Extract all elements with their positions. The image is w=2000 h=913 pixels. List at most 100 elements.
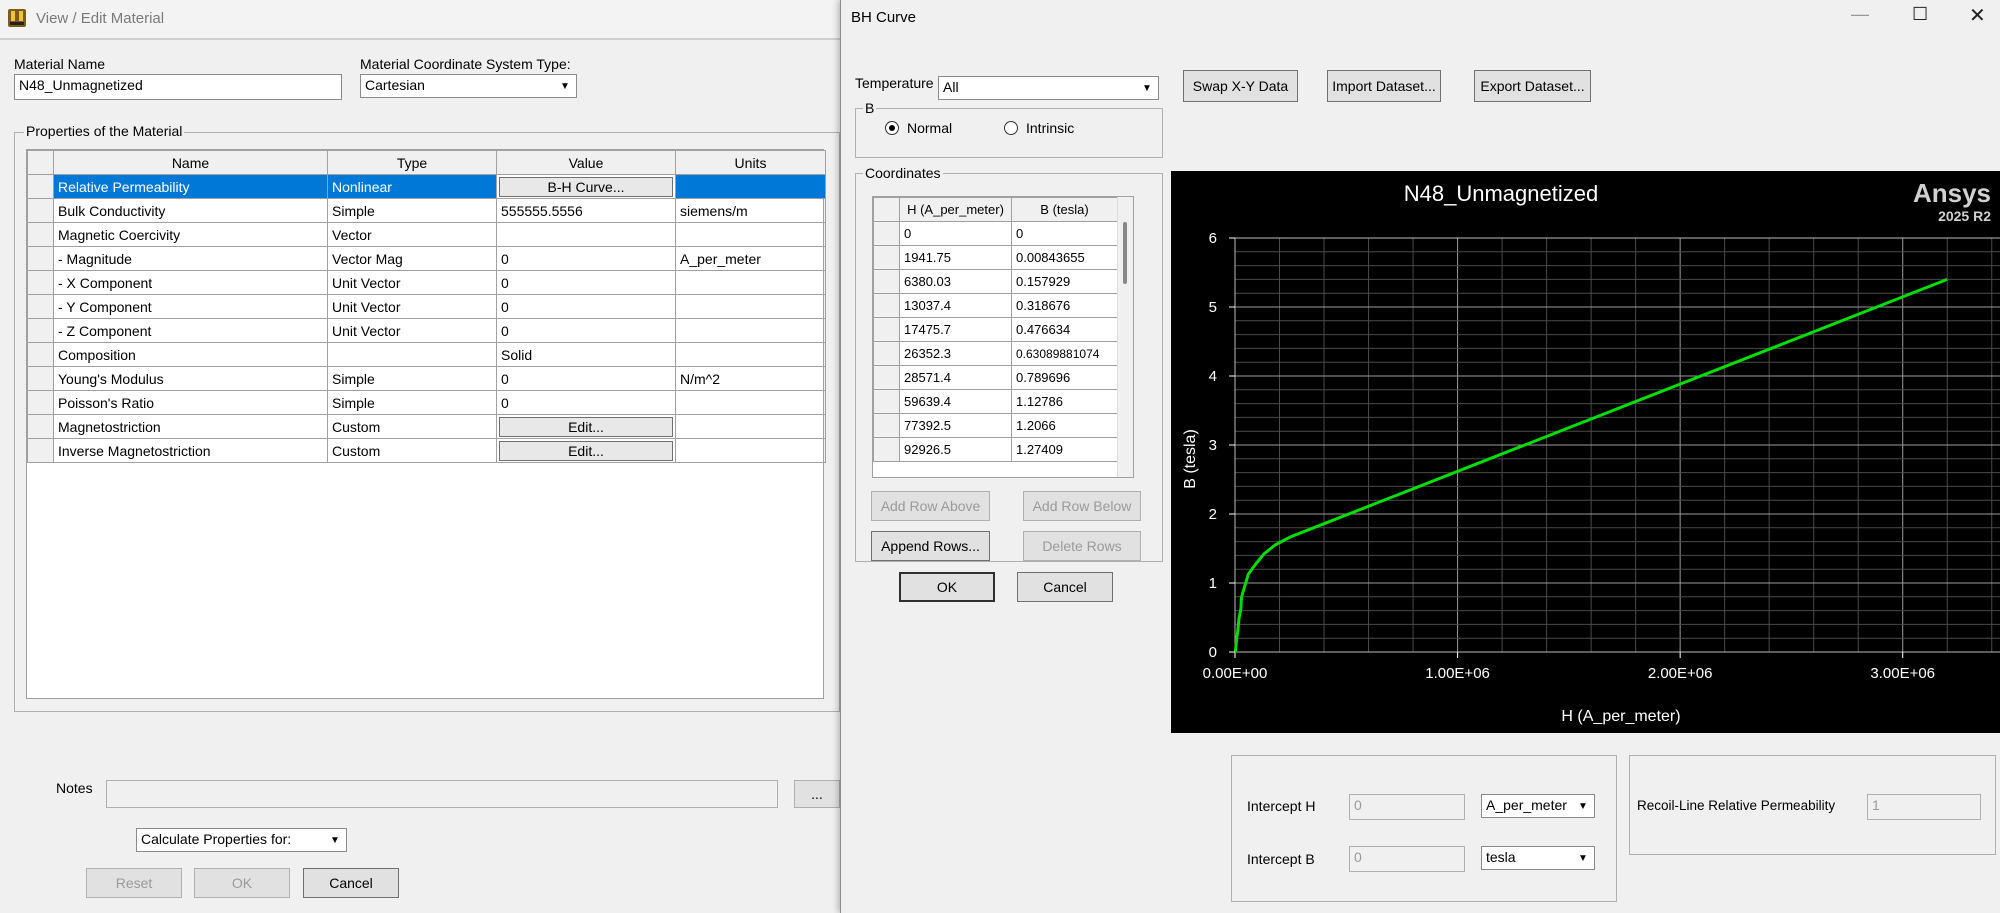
- row-header[interactable]: [873, 389, 900, 414]
- property-units-cell[interactable]: A_per_meter: [675, 246, 826, 271]
- b-value-cell[interactable]: 1.12786: [1011, 389, 1118, 414]
- h-value-cell[interactable]: 77392.5: [899, 413, 1012, 438]
- property-units-cell[interactable]: [675, 318, 826, 343]
- property-value-cell[interactable]: 0: [496, 366, 676, 391]
- property-value-cell[interactable]: Solid: [496, 342, 676, 367]
- h-value-cell[interactable]: 28571.4: [899, 365, 1012, 390]
- b-value-cell[interactable]: 0.63089881074: [1011, 341, 1118, 366]
- property-units-cell[interactable]: [675, 222, 826, 247]
- property-name-cell[interactable]: - Z Component: [53, 318, 328, 343]
- add-row-below-button[interactable]: Add Row Below: [1023, 491, 1141, 521]
- column-header-h[interactable]: H (A_per_meter): [899, 197, 1012, 222]
- ok-button[interactable]: OK: [194, 868, 290, 898]
- property-type-cell[interactable]: Vector: [327, 222, 497, 247]
- material-name-input[interactable]: N48_Unmagnetized: [14, 74, 342, 100]
- column-header-type[interactable]: Type: [327, 150, 497, 175]
- ok-button[interactable]: OK: [899, 572, 995, 602]
- row-header[interactable]: [873, 413, 900, 438]
- property-name-cell[interactable]: Composition: [53, 342, 328, 367]
- property-name-cell[interactable]: Relative Permeability: [53, 174, 328, 199]
- property-type-cell[interactable]: Unit Vector: [327, 318, 497, 343]
- table-row[interactable]: Young's Modulus Simple 0 N/m^2: [27, 366, 826, 391]
- h-value-cell[interactable]: 26352.3: [899, 341, 1012, 366]
- table-row[interactable]: 13037.4 0.318676: [873, 293, 1118, 318]
- row-header[interactable]: [27, 294, 54, 319]
- row-header[interactable]: [27, 342, 54, 367]
- property-name-cell[interactable]: - Y Component: [53, 294, 328, 319]
- row-header[interactable]: [27, 318, 54, 343]
- property-name-cell[interactable]: Magnetic Coercivity: [53, 222, 328, 247]
- export-dataset-button[interactable]: Export Dataset...: [1474, 70, 1591, 102]
- coordinates-scrollbar[interactable]: [1117, 197, 1133, 477]
- table-row[interactable]: - Z Component Unit Vector 0: [27, 318, 826, 343]
- table-row[interactable]: 26352.3 0.63089881074: [873, 341, 1118, 366]
- column-header-value[interactable]: Value: [496, 150, 676, 175]
- property-name-cell[interactable]: - X Component: [53, 270, 328, 295]
- property-name-cell[interactable]: Inverse Magnetostriction: [53, 438, 328, 463]
- row-header[interactable]: [27, 390, 54, 415]
- cancel-button[interactable]: Cancel: [1017, 572, 1113, 602]
- property-units-cell[interactable]: N/m^2: [675, 366, 826, 391]
- property-type-cell[interactable]: [327, 342, 497, 367]
- h-value-cell[interactable]: 0: [899, 221, 1012, 246]
- table-row[interactable]: - Y Component Unit Vector 0: [27, 294, 826, 319]
- property-type-cell[interactable]: Simple: [327, 390, 497, 415]
- table-row[interactable]: Composition Solid: [27, 342, 826, 367]
- b-value-cell[interactable]: 1.2066: [1011, 413, 1118, 438]
- table-row[interactable]: Bulk Conductivity Simple 555555.5556 sie…: [27, 198, 826, 223]
- intercept-h-input[interactable]: 0: [1349, 794, 1465, 820]
- swap-xy-button[interactable]: Swap X-Y Data: [1183, 70, 1298, 102]
- notes-browse-button[interactable]: ...: [794, 780, 840, 808]
- h-value-cell[interactable]: 92926.5: [899, 437, 1012, 462]
- property-value-cell[interactable]: 0: [496, 318, 676, 343]
- b-value-cell[interactable]: 0.318676: [1011, 293, 1118, 318]
- property-value-cell[interactable]: 555555.5556: [496, 198, 676, 223]
- property-type-cell[interactable]: Unit Vector: [327, 294, 497, 319]
- property-units-cell[interactable]: [675, 438, 826, 463]
- h-value-cell[interactable]: 59639.4: [899, 389, 1012, 414]
- cancel-button[interactable]: Cancel: [303, 868, 399, 898]
- column-header-units[interactable]: Units: [675, 150, 826, 175]
- property-type-cell[interactable]: Simple: [327, 198, 497, 223]
- property-name-cell[interactable]: Young's Modulus: [53, 366, 328, 391]
- table-row[interactable]: 17475.7 0.476634: [873, 317, 1118, 342]
- row-header[interactable]: [27, 270, 54, 295]
- import-dataset-button[interactable]: Import Dataset...: [1327, 70, 1441, 102]
- column-header-name[interactable]: Name: [53, 150, 328, 175]
- property-units-cell[interactable]: [675, 294, 826, 319]
- property-type-cell[interactable]: Nonlinear: [327, 174, 497, 199]
- table-row[interactable]: 92926.5 1.27409: [873, 437, 1118, 462]
- table-row[interactable]: - X Component Unit Vector 0: [27, 270, 826, 295]
- intercept-b-input[interactable]: 0: [1349, 846, 1465, 872]
- minimize-icon[interactable]: —: [1851, 4, 1869, 25]
- b-value-cell[interactable]: 0: [1011, 221, 1118, 246]
- property-value-cell[interactable]: 0: [496, 294, 676, 319]
- row-header[interactable]: [27, 198, 54, 223]
- property-value-cell[interactable]: 0: [496, 246, 676, 271]
- table-row[interactable]: 00: [873, 221, 1118, 246]
- intercept-b-unit-select[interactable]: tesla ▼: [1481, 846, 1595, 870]
- table-row[interactable]: 1941.75 0.00843655: [873, 245, 1118, 270]
- reset-button[interactable]: Reset: [86, 868, 182, 898]
- h-value-cell[interactable]: 6380.03: [899, 269, 1012, 294]
- b-value-cell[interactable]: 0.00843655: [1011, 245, 1118, 270]
- b-value-cell[interactable]: 0.476634: [1011, 317, 1118, 342]
- intercept-h-unit-select[interactable]: A_per_meter ▼: [1481, 794, 1595, 818]
- property-units-cell[interactable]: [675, 270, 826, 295]
- row-header[interactable]: [27, 222, 54, 247]
- row-header[interactable]: [873, 293, 900, 318]
- property-value-cell[interactable]: 0: [496, 270, 676, 295]
- property-name-cell[interactable]: - Magnitude: [53, 246, 328, 271]
- row-header[interactable]: [27, 366, 54, 391]
- temperature-select[interactable]: All ▼: [938, 76, 1159, 100]
- calculate-properties-select[interactable]: Calculate Properties for: ▼: [136, 828, 347, 852]
- inverse-magnetostriction-edit-button[interactable]: Edit...: [499, 440, 673, 461]
- table-row[interactable]: Relative Permeability Nonlinear B-H Curv…: [27, 174, 826, 199]
- b-value-cell[interactable]: 0.157929: [1011, 269, 1118, 294]
- h-value-cell[interactable]: 17475.7: [899, 317, 1012, 342]
- h-value-cell[interactable]: 13037.4: [899, 293, 1012, 318]
- table-row[interactable]: Magnetic Coercivity Vector: [27, 222, 826, 247]
- intrinsic-radio[interactable]: Intrinsic: [1004, 120, 1074, 136]
- add-row-above-button[interactable]: Add Row Above: [871, 491, 990, 521]
- property-type-cell[interactable]: Simple: [327, 366, 497, 391]
